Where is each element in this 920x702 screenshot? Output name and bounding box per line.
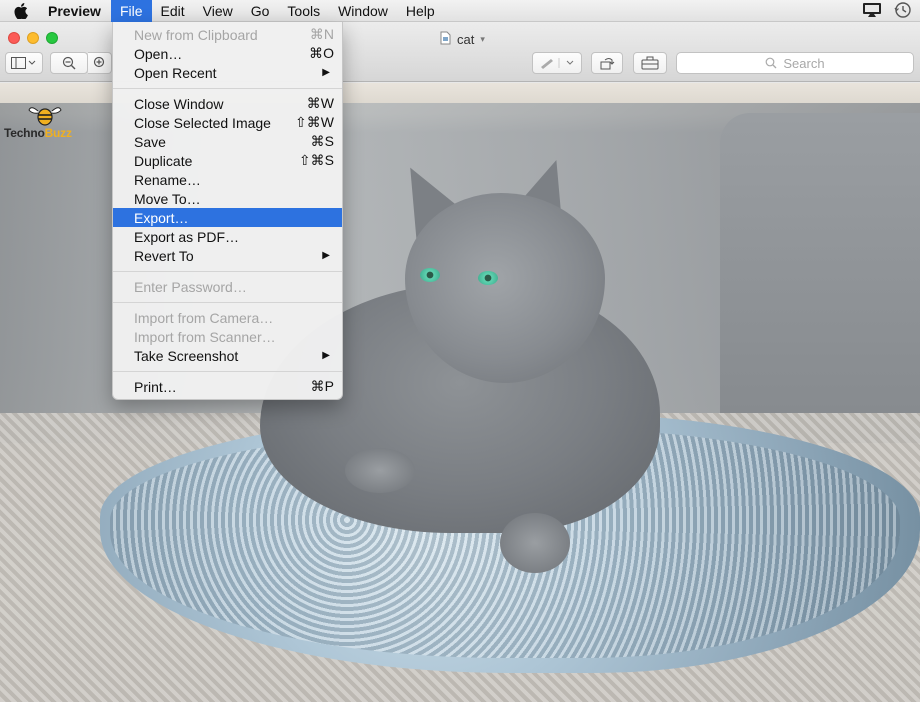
menu-item-label: New from Clipboard	[134, 26, 258, 43]
document-title-text: cat	[457, 32, 475, 47]
menu-tools[interactable]: Tools	[278, 0, 329, 22]
menu-item-label: Take Screenshot	[134, 347, 239, 364]
menu-item-shortcut: ⌘P	[310, 378, 334, 394]
menu-item-revert-to[interactable]: Revert To ▶	[113, 246, 342, 265]
rotate-button[interactable]	[591, 52, 623, 74]
menu-window[interactable]: Window	[329, 0, 397, 22]
search-placeholder: Search	[783, 55, 825, 71]
zoom-in-icon	[93, 56, 104, 68]
menu-item-close-selected-image[interactable]: Close Selected Image ⇧⌘W	[113, 113, 342, 132]
chevron-down-icon: ▾	[480, 34, 485, 44]
menu-separator	[113, 265, 342, 277]
menu-item-shortcut: ⇧⌘S	[298, 152, 334, 168]
document-file-icon	[440, 31, 451, 48]
menu-item-shortcut: ⌘S	[310, 133, 334, 149]
menu-item-shortcut: ⌘W	[306, 95, 334, 111]
rotate-icon	[600, 58, 615, 70]
menu-item-label: Rename…	[134, 171, 201, 188]
menu-item-import-from-camera: Import from Camera…	[113, 308, 342, 327]
menu-view[interactable]: View	[194, 0, 242, 22]
menu-item-label: Save	[134, 133, 166, 150]
search-field[interactable]: Search	[676, 52, 914, 74]
technobuzz-logo-text: TechnoBuzz	[4, 126, 72, 140]
zoom-out-button[interactable]	[50, 52, 88, 74]
menu-item-export[interactable]: Export…	[113, 208, 342, 227]
zoom-window-button[interactable]	[46, 32, 58, 44]
close-window-button[interactable]	[8, 32, 20, 44]
submenu-arrow-icon: ▶	[322, 67, 330, 78]
submenu-arrow-icon: ▶	[322, 350, 330, 361]
menu-item-label: Enter Password…	[134, 278, 247, 295]
photo-cat-paw-right	[500, 513, 570, 573]
markup-button[interactable]	[532, 52, 582, 74]
menu-item-label: Duplicate	[134, 152, 193, 169]
menu-item-label: Move To…	[134, 190, 201, 207]
toolbox-button[interactable]	[633, 52, 667, 74]
submenu-arrow-icon: ▶	[322, 250, 330, 261]
menubar-status-area	[862, 0, 912, 22]
menu-item-close-window[interactable]: Close Window ⌘W	[113, 94, 342, 113]
document-title[interactable]: cat ▾	[440, 31, 485, 48]
menu-item-enter-password: Enter Password…	[113, 277, 342, 296]
menu-item-rename[interactable]: Rename…	[113, 170, 342, 189]
time-machine-icon[interactable]	[894, 1, 912, 22]
menu-item-label: Print…	[134, 378, 177, 395]
bee-icon	[28, 107, 62, 126]
menu-app-preview[interactable]: Preview	[42, 0, 111, 22]
toolbox-icon	[641, 56, 659, 70]
photo-cat-paw-left	[345, 448, 415, 493]
file-menu-dropdown: New from Clipboard ⌘N Open… ⌘O Open Recent…	[112, 22, 343, 400]
menu-item-export-as-pdf[interactable]: Export as PDF…	[113, 227, 342, 246]
sidebar-toggle-button[interactable]	[5, 52, 43, 74]
menu-separator	[113, 82, 342, 94]
menu-item-label: Import from Camera…	[134, 309, 274, 326]
photo-cat-eye-left	[420, 268, 440, 282]
menu-item-label: Open…	[134, 45, 183, 62]
menu-item-print[interactable]: Print… ⌘P	[113, 377, 342, 396]
menu-bar: Preview File Edit View Go Tools Window H…	[0, 0, 920, 22]
menu-item-label: Close Selected Image	[134, 114, 271, 131]
zoom-out-icon	[62, 56, 76, 70]
menu-item-take-screenshot[interactable]: Take Screenshot ▶	[113, 346, 342, 365]
menu-separator	[113, 365, 342, 377]
technobuzz-logo: TechnoBuzz	[4, 104, 94, 146]
menu-help[interactable]: Help	[397, 0, 444, 22]
menu-go[interactable]: Go	[242, 0, 279, 22]
menu-item-save[interactable]: Save ⌘S	[113, 132, 342, 151]
menu-separator	[113, 296, 342, 308]
zoom-in-button[interactable]	[88, 52, 112, 74]
menu-item-shortcut: ⌘N	[309, 26, 334, 42]
menu-item-label: Import from Scanner…	[134, 328, 276, 345]
search-icon	[765, 57, 777, 69]
minimize-window-button[interactable]	[27, 32, 39, 44]
menu-item-open-recent[interactable]: Open Recent ▶	[113, 63, 342, 82]
menu-item-label: Revert To	[134, 247, 194, 264]
menu-item-new-from-clipboard: New from Clipboard ⌘N	[113, 25, 342, 44]
menu-item-shortcut: ⌘O	[309, 45, 334, 61]
menu-item-label: Export…	[134, 209, 189, 226]
menu-item-label: Close Window	[134, 95, 224, 112]
menu-item-shortcut: ⇧⌘W	[295, 114, 334, 130]
menu-item-duplicate[interactable]: Duplicate ⇧⌘S	[113, 151, 342, 170]
logo-text-techno: Techno	[4, 126, 45, 140]
photo-sofa-arm	[720, 113, 920, 443]
menu-item-import-from-scanner: Import from Scanner…	[113, 327, 342, 346]
apple-menu-icon[interactable]	[0, 0, 42, 22]
menu-item-move-to[interactable]: Move To…	[113, 189, 342, 208]
menu-edit[interactable]: Edit	[152, 0, 194, 22]
menu-item-open[interactable]: Open… ⌘O	[113, 44, 342, 63]
photo-cat-eye-right	[478, 271, 498, 285]
sidebar-icon	[11, 57, 36, 69]
airplay-display-icon[interactable]	[862, 2, 882, 21]
menu-item-label: Export as PDF…	[134, 228, 240, 245]
menu-file[interactable]: File	[110, 0, 152, 22]
pen-icon	[541, 58, 574, 69]
logo-text-buzz: Buzz	[44, 126, 72, 140]
window-controls	[8, 32, 58, 44]
menu-item-label: Open Recent	[134, 64, 217, 81]
